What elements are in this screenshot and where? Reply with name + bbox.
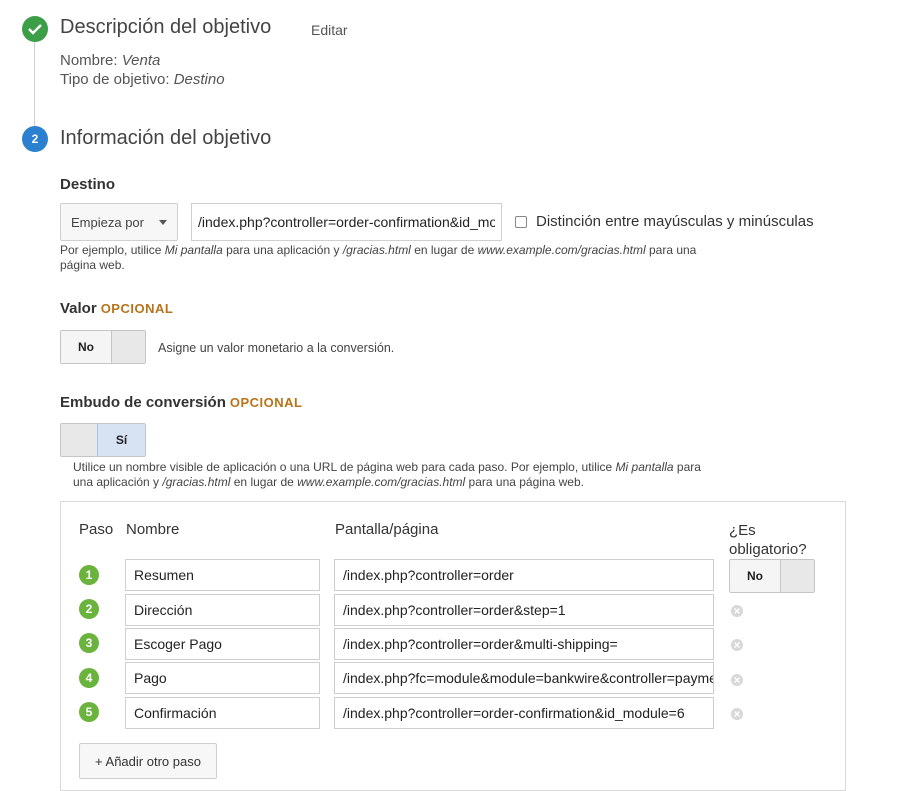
goal-name-line: Nombre: Venta	[60, 52, 160, 69]
chevron-down-icon	[159, 220, 167, 225]
funnel-step-url-input[interactable]: /index.php?controller=order&step=1	[334, 594, 714, 626]
value-heading: Valor OPCIONAL	[60, 300, 173, 318]
match-type-value: Empieza por	[71, 214, 144, 230]
value-toggle-state: No	[61, 331, 112, 363]
case-sensitive-checkbox[interactable]	[515, 216, 527, 228]
add-step-button[interactable]: + Añadir otro paso	[79, 743, 217, 779]
step-completed-check-icon	[22, 16, 48, 42]
destination-label: Destino	[60, 176, 116, 193]
remove-step-icon[interactable]	[731, 708, 743, 720]
funnel-step-name-input[interactable]: Dirección	[125, 594, 320, 626]
column-header-page: Pantalla/página	[335, 521, 439, 538]
funnel-step-name-input[interactable]: Confirmación	[125, 697, 320, 729]
funnel-step-number: 1	[79, 565, 99, 585]
funnel-heading: Embudo de conversión OPCIONAL	[60, 394, 302, 412]
funnel-optional-tag: OPCIONAL	[229, 395, 303, 410]
value-optional-tag: OPCIONAL	[100, 301, 174, 316]
remove-step-icon[interactable]	[731, 605, 743, 617]
value-description: Asigne un valor monetario a la conversió…	[158, 341, 395, 355]
column-header-step: Paso	[79, 521, 114, 538]
column-header-name: Nombre	[126, 521, 180, 538]
funnel-step-number: 3	[79, 633, 99, 653]
funnel-step-number: 5	[79, 702, 99, 722]
funnel-toggle-knob	[61, 424, 97, 456]
goal-description-title: Descripción del objetivo	[60, 16, 272, 38]
funnel-step-name-input[interactable]: Pago	[125, 662, 320, 694]
destination-hint: Por ejemplo, utilice Mi pantalla para un…	[60, 243, 697, 272]
destination-url-input[interactable]	[191, 203, 502, 241]
step-2-badge: 2	[22, 126, 48, 152]
funnel-step-number: 4	[79, 668, 99, 688]
goal-type-line: Tipo de objetivo: Destino	[60, 71, 225, 88]
column-header-required: ¿Es obligatorio?	[729, 522, 807, 558]
goal-type-value: Destino	[173, 71, 225, 88]
funnel-step-name-input[interactable]: Escoger Pago	[125, 628, 320, 660]
funnel-step-url-input[interactable]: /index.php?controller=order-confirmation…	[334, 697, 714, 729]
value-toggle-knob	[112, 331, 145, 363]
funnel-label: Embudo de conversión	[60, 394, 226, 411]
required-toggle-state: No	[730, 560, 781, 592]
funnel-step-url-input[interactable]: /index.php?controller=order&multi-shippi…	[334, 628, 714, 660]
funnel-toggle[interactable]: Sí	[60, 423, 146, 457]
goal-name-value: Venta	[121, 52, 161, 69]
value-label: Valor	[60, 300, 97, 317]
funnel-step-number: 2	[79, 599, 99, 619]
value-toggle[interactable]: No	[60, 330, 146, 364]
required-toggle-knob	[781, 560, 814, 592]
edit-link[interactable]: Editar	[311, 22, 348, 38]
goal-details-title: Información del objetivo	[60, 127, 272, 149]
goal-name-label: Nombre:	[60, 52, 118, 69]
funnel-hint: Utilice un nombre visible de aplicación …	[73, 460, 701, 489]
remove-step-icon[interactable]	[731, 639, 743, 651]
goal-type-label: Tipo de objetivo:	[60, 71, 170, 88]
steps-connector-line	[34, 40, 35, 128]
funnel-toggle-state: Sí	[97, 424, 145, 456]
match-type-select[interactable]: Empieza por	[60, 203, 178, 241]
funnel-step-url-input[interactable]: /index.php?fc=module&module=bankwire&con…	[334, 662, 714, 694]
required-toggle[interactable]: No	[729, 559, 815, 593]
funnel-step-url-input[interactable]: /index.php?controller=order	[334, 559, 714, 591]
case-sensitive-label: Distinción entre mayúsculas y minúsculas	[536, 213, 814, 230]
remove-step-icon[interactable]	[731, 674, 743, 686]
funnel-step-name-input[interactable]: Resumen	[125, 559, 320, 591]
